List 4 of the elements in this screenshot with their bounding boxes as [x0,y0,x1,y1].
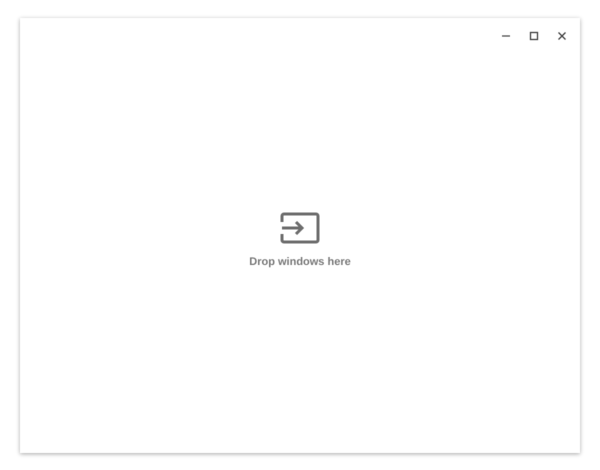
drop-message: Drop windows here [249,256,351,268]
input-arrow-icon [280,212,320,244]
close-icon [557,31,567,41]
maximize-icon [529,31,539,41]
